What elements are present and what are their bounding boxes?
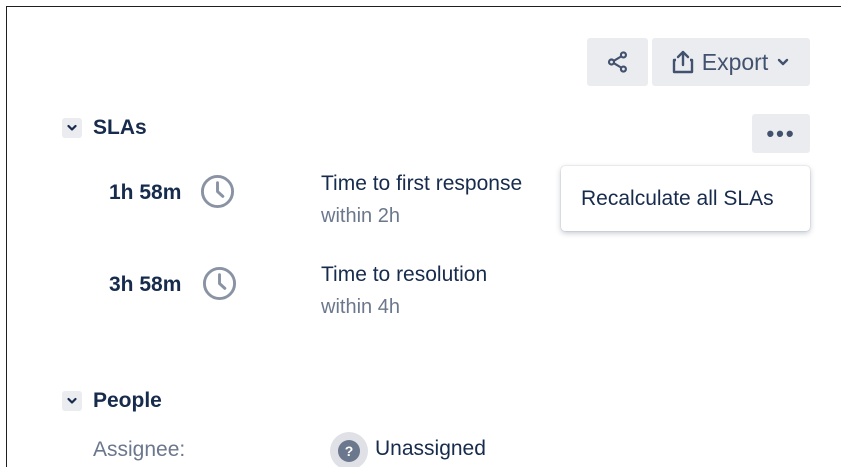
- slas-collapse-toggle[interactable]: [62, 118, 82, 138]
- export-icon: [672, 50, 693, 74]
- more-actions-menu: Recalculate all SLAs: [561, 166, 810, 231]
- slas-section-title: SLAs: [93, 116, 147, 139]
- menu-item-recalculate-slas[interactable]: Recalculate all SLAs: [581, 187, 774, 211]
- avatar[interactable]: ?: [330, 432, 368, 467]
- sla-goal: within 4h: [321, 296, 400, 318]
- assignee-value[interactable]: Unassigned: [375, 437, 486, 461]
- more-icon: •••: [766, 120, 796, 146]
- clock-icon: [200, 174, 235, 209]
- people-collapse-toggle[interactable]: [62, 391, 82, 411]
- sla-remaining-time: 3h 58m: [109, 273, 182, 296]
- share-icon: [607, 51, 627, 73]
- assignee-label: Assignee:: [93, 438, 186, 461]
- chevron-down-icon: [67, 124, 77, 131]
- sla-goal: within 2h: [321, 205, 400, 227]
- people-section-title: People: [93, 389, 162, 412]
- share-button[interactable]: [587, 38, 648, 86]
- chevron-down-icon: [67, 397, 77, 404]
- clock-icon: [202, 266, 237, 301]
- sla-name: Time to resolution: [321, 263, 488, 286]
- sla-remaining-time: 1h 58m: [109, 181, 182, 204]
- sla-name: Time to first response: [321, 172, 523, 195]
- chevron-down-icon: [778, 58, 789, 66]
- export-button[interactable]: Export: [652, 38, 810, 86]
- export-label: Export: [701, 48, 769, 75]
- more-actions-button[interactable]: •••: [752, 114, 810, 153]
- unknown-user-icon: ?: [338, 440, 360, 462]
